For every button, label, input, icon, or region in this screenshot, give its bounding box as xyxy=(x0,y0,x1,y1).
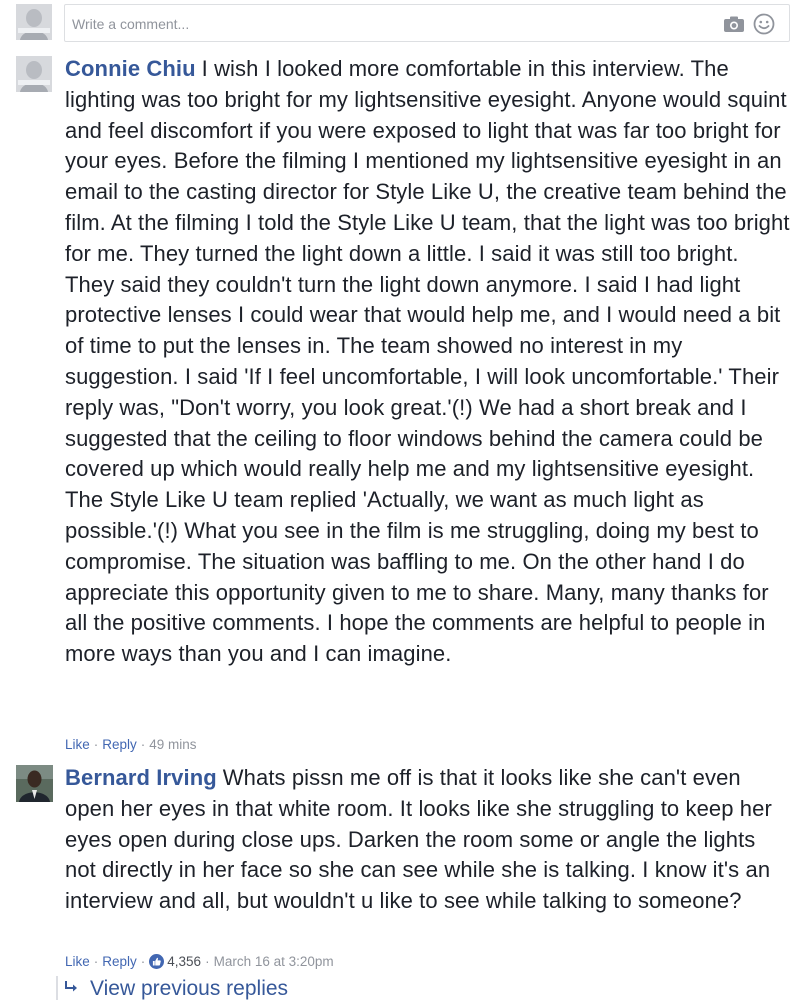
comment-text: I wish I looked more comfortable in this… xyxy=(65,56,790,667)
comment-body: Bernard Irving Whats pissn me off is that… xyxy=(65,763,792,917)
reaction-count[interactable]: 4,356 xyxy=(167,954,201,969)
comment-author-link[interactable]: Connie Chiu xyxy=(65,56,196,81)
like-link[interactable]: Like xyxy=(65,737,90,752)
view-previous-replies[interactable]: View previous replies xyxy=(56,976,800,1000)
separator-dot: · xyxy=(140,737,146,752)
comment-timestamp[interactable]: 49 mins xyxy=(149,737,196,752)
comment-input-placeholder: Write a comment... xyxy=(72,16,190,32)
comment-avatar[interactable] xyxy=(16,765,53,802)
profile-photo-icon xyxy=(16,56,52,92)
separator-dot: · xyxy=(93,737,99,752)
like-link[interactable]: Like xyxy=(65,954,90,969)
comment-actions: Like · Reply · 49 mins xyxy=(65,737,197,752)
composer-avatar xyxy=(16,4,52,40)
comment-body: Connie Chiu I wish I looked more comforta… xyxy=(65,54,792,670)
reply-arrow-icon xyxy=(65,981,77,992)
comment-avatar[interactable] xyxy=(16,56,52,92)
like-thumb-icon[interactable] xyxy=(149,954,165,969)
profile-photo-icon xyxy=(16,765,53,802)
comment-input[interactable]: Write a comment... xyxy=(64,4,790,42)
reply-link[interactable]: Reply xyxy=(102,954,137,969)
separator-dot: · xyxy=(205,954,210,969)
profile-photo-icon xyxy=(16,4,52,40)
comment-actions: Like · Reply · 4,356 · March 16 at 3:20p… xyxy=(65,954,334,969)
separator-dot: · xyxy=(93,954,99,969)
view-previous-replies-label[interactable]: View previous replies xyxy=(90,977,288,1000)
reply-link[interactable]: Reply xyxy=(102,737,137,752)
emoji-icon[interactable] xyxy=(753,13,775,35)
comment-timestamp[interactable]: March 16 at 3:20pm xyxy=(214,954,334,969)
separator-dot: · xyxy=(140,954,146,969)
camera-icon[interactable] xyxy=(723,15,745,33)
comment-author-link[interactable]: Bernard Irving xyxy=(65,765,217,790)
